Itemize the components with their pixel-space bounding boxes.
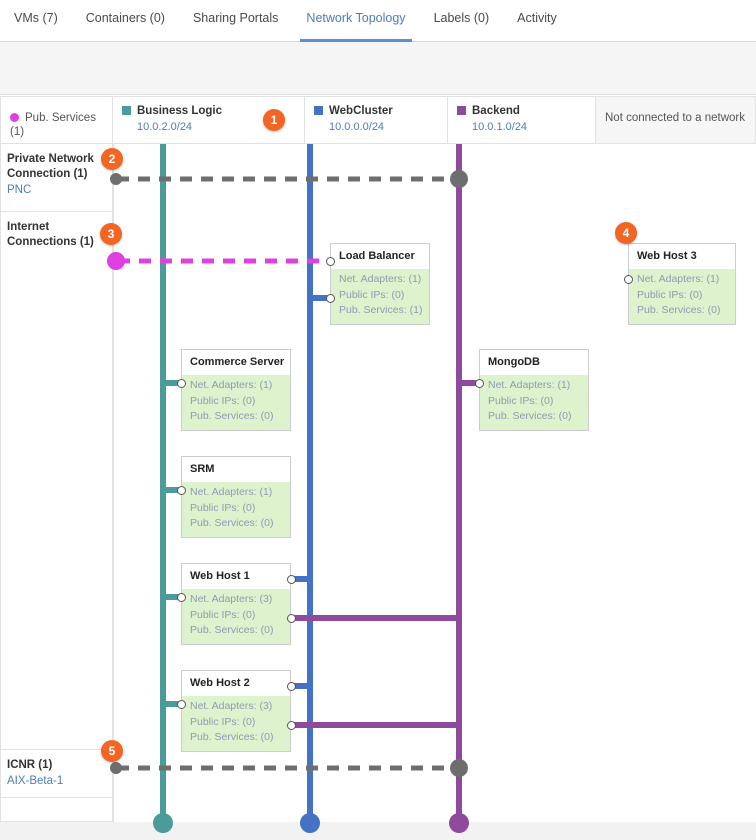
tab-activity[interactable]: Activity bbox=[503, 0, 571, 42]
network-column-backend[interactable]: Backend 10.0.1.0/24 bbox=[448, 96, 596, 144]
network-color-swatch-icon bbox=[314, 106, 323, 115]
sidebar-link-aix-beta-1[interactable]: AIX-Beta-1 bbox=[7, 774, 106, 789]
sidebar-row-private-network-connection[interactable]: Private Network Connection (1) PNC bbox=[0, 144, 113, 212]
network-color-swatch-icon bbox=[122, 106, 131, 115]
port-srm[interactable] bbox=[177, 486, 186, 495]
pub-services-dot bbox=[10, 113, 19, 122]
network-color-swatch-icon bbox=[457, 106, 466, 115]
node-mongodb[interactable]: MongoDB Net. Adapters: (1) Public IPs: (… bbox=[479, 349, 589, 431]
canvas-bottom-strip bbox=[0, 822, 756, 840]
port-web-host-1-webcluster[interactable] bbox=[287, 575, 296, 584]
network-topology-page: VMs (7) Containers (0) Sharing Portals N… bbox=[0, 0, 756, 840]
port-web-host-1-backend[interactable] bbox=[287, 614, 296, 623]
callout-badge-4: 4 bbox=[615, 222, 637, 244]
node-web-host-3[interactable]: Web Host 3 Net. Adapters: (1) Public IPs… bbox=[628, 243, 736, 325]
network-cidr: 10.0.0.0/24 bbox=[329, 121, 385, 133]
legend-pub-services: Pub. Services (1) bbox=[0, 96, 113, 144]
network-column-unconnected: Not connected to a network bbox=[596, 96, 756, 144]
callout-badge-3: 3 bbox=[100, 223, 122, 245]
tab-vms[interactable]: VMs (7) bbox=[0, 0, 72, 42]
tab-labels[interactable]: Labels (0) bbox=[420, 0, 504, 42]
topology-header-row: Pub. Services (1) Business Logic 10.0.2.… bbox=[0, 96, 756, 144]
port-commerce-server[interactable] bbox=[177, 379, 186, 388]
sidebar-link-pnc[interactable]: PNC bbox=[7, 183, 106, 198]
tab-sharing-portals[interactable]: Sharing Portals bbox=[179, 0, 292, 42]
network-cidr: 10.0.1.0/24 bbox=[472, 121, 528, 133]
tab-network-topology[interactable]: Network Topology bbox=[292, 0, 419, 42]
node-web-host-2[interactable]: Web Host 2 Net. Adapters: (3) Public IPs… bbox=[181, 670, 291, 752]
callout-badge-1: 1 bbox=[263, 109, 285, 131]
port-web-host-1-business-logic[interactable] bbox=[177, 593, 186, 602]
callout-badge-5: 5 bbox=[101, 740, 123, 762]
port-load-balancer-internet[interactable] bbox=[326, 257, 335, 266]
port-mongodb[interactable] bbox=[475, 379, 484, 388]
port-load-balancer-webcluster[interactable] bbox=[326, 294, 335, 303]
node-load-balancer[interactable]: Load Balancer Net. Adapters: (1) Public … bbox=[330, 243, 430, 325]
tab-bar: VMs (7) Containers (0) Sharing Portals N… bbox=[0, 0, 756, 42]
node-srm[interactable]: SRM Net. Adapters: (1) Public IPs: (0) P… bbox=[181, 456, 291, 538]
node-commerce-server[interactable]: Commerce Server Net. Adapters: (1) Publi… bbox=[181, 349, 291, 431]
port-web-host-2-business-logic[interactable] bbox=[177, 700, 186, 709]
node-web-host-1[interactable]: Web Host 1 Net. Adapters: (3) Public IPs… bbox=[181, 563, 291, 645]
network-column-webcluster[interactable]: WebCluster 10.0.0.0/24 bbox=[305, 96, 448, 144]
tab-containers[interactable]: Containers (0) bbox=[72, 0, 179, 42]
port-web-host-3[interactable] bbox=[624, 275, 633, 284]
callout-badge-2: 2 bbox=[101, 148, 123, 170]
sidebar-row-footer bbox=[0, 798, 113, 822]
sidebar-row-icnr[interactable]: ICNR (1) AIX-Beta-1 bbox=[0, 750, 113, 798]
port-web-host-2-webcluster[interactable] bbox=[287, 682, 296, 691]
toolbar-area bbox=[0, 42, 756, 95]
sidebar-row-internet-connections[interactable]: Internet Connections (1) bbox=[0, 212, 113, 750]
port-web-host-2-backend[interactable] bbox=[287, 721, 296, 730]
